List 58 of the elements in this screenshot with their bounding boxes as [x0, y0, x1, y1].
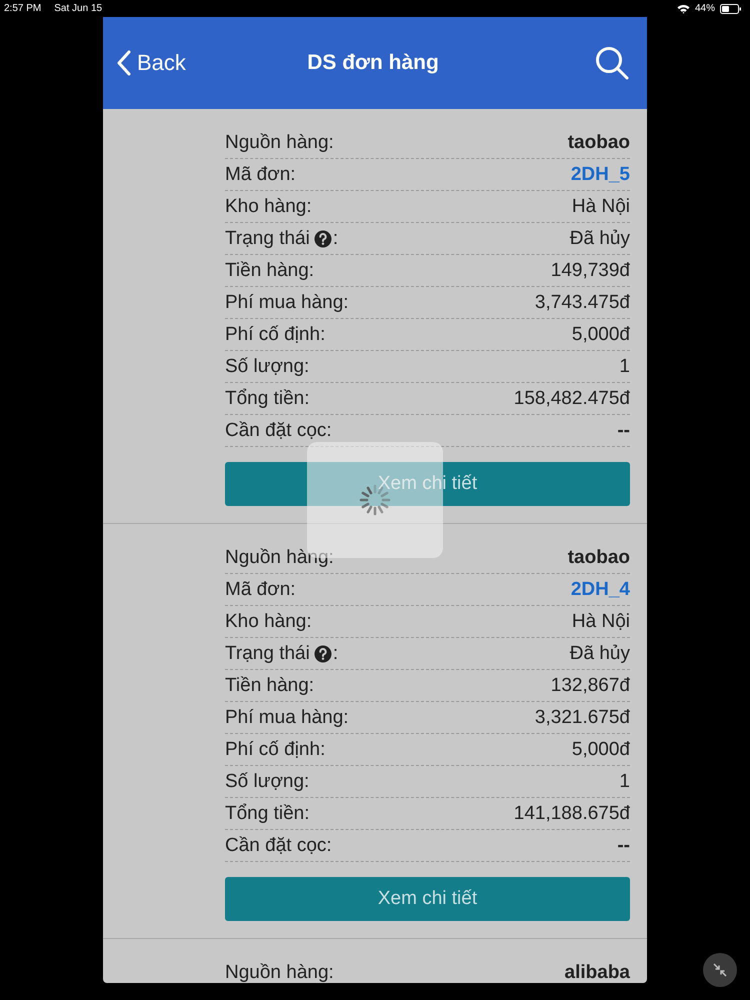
details-button[interactable]: Xem chi tiết [225, 877, 630, 921]
field-label: Nguồn hàng: [225, 962, 334, 983]
minimize-button[interactable] [703, 953, 737, 987]
field-label: Kho hàng: [225, 610, 312, 632]
search-icon[interactable] [595, 46, 629, 80]
field-label: Trạng thái [225, 642, 310, 664]
field-value: taobao [568, 546, 630, 568]
field-value: taobao [568, 132, 630, 154]
field-label: Số lượng: [225, 356, 310, 378]
field-value: Hà Nội [572, 196, 630, 218]
field-value: 132,867đ [550, 674, 630, 696]
field-label: Kho hàng: [225, 196, 312, 218]
page-title: DS đơn hàng [307, 51, 439, 75]
field-label: Phí cố định: [225, 738, 326, 760]
field-label: Số lượng: [225, 770, 310, 792]
field-label: Nguồn hàng: [225, 132, 334, 154]
field-value: Đã hủy [570, 228, 630, 250]
field-value: -- [617, 420, 630, 442]
help-icon[interactable] [314, 230, 332, 248]
wifi-icon [676, 4, 690, 14]
field-label: Trạng thái [225, 228, 310, 250]
field-value: alibaba [564, 962, 630, 983]
field-value: 149,739đ [550, 260, 630, 282]
field-label: Tiền hàng: [225, 674, 314, 696]
field-value: 158,482.475đ [514, 388, 630, 410]
colon-text: : [332, 228, 338, 250]
back-button[interactable]: Back [117, 50, 186, 76]
chevron-left-icon [117, 50, 131, 76]
field-value: Hà Nội [572, 610, 630, 632]
field-label: Phí mua hàng: [225, 292, 349, 314]
field-label: Nguồn hàng: [225, 546, 334, 568]
help-icon[interactable] [314, 644, 332, 662]
field-label: Tổng tiền: [225, 802, 310, 824]
collapse-arrows-icon [712, 962, 728, 978]
field-label: Mã đơn: [225, 164, 296, 186]
field-value: Đã hủy [570, 642, 630, 664]
battery-icon [720, 4, 742, 14]
field-value: 1 [619, 770, 630, 792]
field-label: Phí mua hàng: [225, 706, 349, 728]
order-code-link[interactable]: 2DH_5 [570, 164, 630, 186]
field-value: 1 [619, 356, 630, 378]
colon-text: : [332, 642, 338, 664]
field-value: 141,188.675đ [514, 802, 630, 824]
field-value: 5,000đ [572, 738, 630, 760]
order-code-link[interactable]: 2DH_4 [570, 578, 630, 600]
battery-percent: 44% [694, 3, 715, 14]
field-value: 3,743.475đ [534, 292, 630, 314]
field-value: 3,321.675đ [534, 706, 630, 728]
field-label: Tiền hàng: [225, 260, 314, 282]
field-label: Tổng tiền: [225, 388, 310, 410]
field-label: Cần đặt cọc: [225, 420, 332, 442]
field-value: 5,000đ [572, 324, 630, 346]
field-value: -- [617, 834, 630, 856]
field-label: Mã đơn: [225, 578, 296, 600]
status-time: 2:57 PM [4, 3, 42, 14]
field-label: Phí cố định: [225, 324, 326, 346]
field-label: Cần đặt cọc: [225, 834, 332, 856]
status-date: Sat Jun 15 [54, 3, 102, 14]
